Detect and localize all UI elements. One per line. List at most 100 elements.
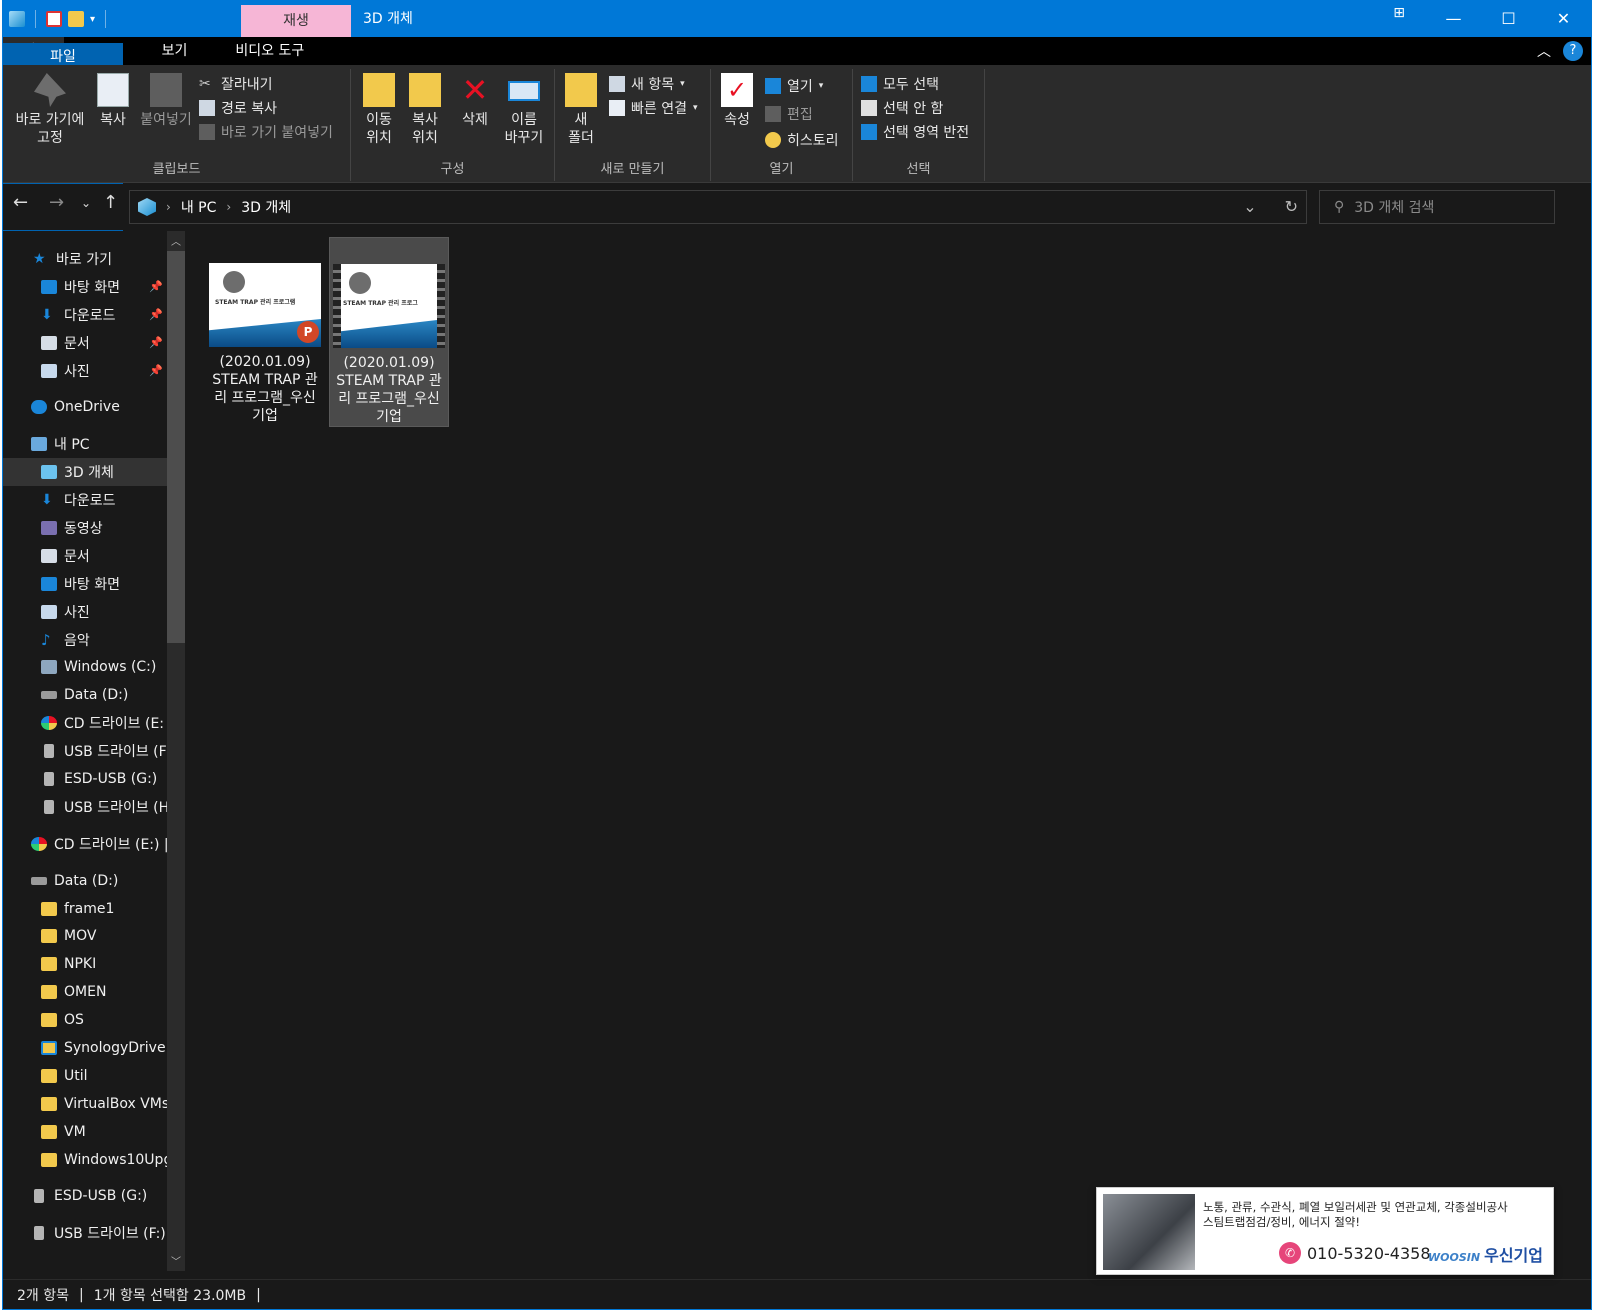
- new-folder-button[interactable]: 새 폴더: [563, 73, 599, 147]
- ad-description: 노통, 관류, 수관식, 폐열 보일러세관 및 연관교체, 각종설비공사 스팀트…: [1203, 1200, 1549, 1230]
- sidebar-item-folder[interactable]: Util: [3, 1062, 167, 1090]
- cut-button[interactable]: ✂ 잘라내기: [199, 73, 273, 95]
- sidebar-item-esd-usb[interactable]: ESD-USB (G:): [3, 765, 167, 793]
- sidebar-item-folder[interactable]: VM: [3, 1118, 167, 1146]
- film-strip-right: [437, 264, 445, 348]
- sidebar-item-3d-objects[interactable]: 3D 개체: [3, 458, 167, 487]
- advertisement-banner[interactable]: 노통, 관류, 수관식, 폐열 보일러세관 및 연관교체, 각종설비공사 스팀트…: [1096, 1187, 1554, 1275]
- delete-button[interactable]: ✕ 삭제: [455, 73, 495, 129]
- tab-view[interactable]: 보기: [138, 37, 212, 65]
- copy-to-button[interactable]: 복사 위치: [403, 73, 447, 147]
- sidebar-item-cd-drive-root[interactable]: CD 드라이브 (E:) |: [3, 830, 167, 858]
- sidebar-item-desktop[interactable]: 바탕 화면 📌: [3, 273, 167, 301]
- sidebar-item-usb-f[interactable]: USB 드라이브 (F: [3, 737, 167, 765]
- edit-button[interactable]: 편집: [765, 103, 813, 125]
- open-button[interactable]: 열기 ▾: [765, 75, 823, 97]
- breadcrumb-chevron-icon[interactable]: ›: [226, 200, 231, 214]
- refresh-icon[interactable]: ↻: [1285, 197, 1298, 216]
- move-to-icon: [363, 73, 395, 107]
- sidebar-item-label: VirtualBox VMs: [64, 1095, 167, 1112]
- new-folder-qat-icon[interactable]: [68, 11, 84, 27]
- sidebar-scroll-thumb[interactable]: [167, 251, 185, 643]
- recent-locations-chevron-icon[interactable]: ⌄: [81, 196, 91, 210]
- sidebar-item-data-d-root[interactable]: Data (D:): [3, 867, 167, 895]
- sidebar-item-downloads-pc[interactable]: ⬇ 다운로드: [3, 486, 167, 514]
- sidebar-item-folder[interactable]: frame1: [3, 895, 167, 923]
- sidebar-item-folder[interactable]: SynologyDrive: [3, 1034, 167, 1062]
- sidebar-item-esd-usb-root[interactable]: ESD-USB (G:): [3, 1183, 167, 1211]
- select-all-button[interactable]: 모두 선택: [861, 73, 939, 95]
- search-box[interactable]: ⚲ 3D 개체 검색: [1319, 190, 1555, 224]
- breadcrumb-3d-objects[interactable]: 3D 개체: [241, 197, 291, 217]
- sidebar-item-usb-h[interactable]: USB 드라이브 (H: [3, 793, 167, 821]
- sidebar-item-cd-drive[interactable]: CD 드라이브 (E:: [3, 709, 167, 737]
- breadcrumb-chevron-icon[interactable]: ›: [166, 200, 171, 214]
- close-button[interactable]: ✕: [1536, 1, 1591, 37]
- sidebar-item-folder[interactable]: MOV: [3, 922, 167, 950]
- sidebar-item-videos[interactable]: 동영상: [3, 514, 167, 542]
- scroll-down-chevron-icon[interactable]: ﹀: [167, 1253, 185, 1268]
- new-item-button[interactable]: 새 항목 ▾: [609, 73, 685, 95]
- move-to-label-line1: 이동: [366, 112, 392, 128]
- back-arrow-icon[interactable]: ←: [13, 192, 28, 213]
- collapse-ribbon-chevron-icon[interactable]: ︿: [1537, 41, 1551, 61]
- context-tab-play[interactable]: 재생: [241, 5, 351, 37]
- sidebar-item-folder[interactable]: OS: [3, 1006, 167, 1034]
- sidebar-item-desktop-pc[interactable]: 바탕 화면: [3, 570, 167, 598]
- address-dropdown-chevron-icon[interactable]: ⌄: [1243, 197, 1256, 216]
- copy-path-button[interactable]: 경로 복사: [199, 97, 277, 119]
- sidebar-item-documents[interactable]: 문서 📌: [3, 329, 167, 357]
- sidebar-item-pictures[interactable]: 사진 📌: [3, 357, 167, 385]
- pin-to-quick-access-button[interactable]: 바로 가기에 고정: [9, 73, 91, 147]
- customize-qat-chevron-icon[interactable]: ▾: [90, 14, 95, 25]
- sidebar-item-downloads[interactable]: ⬇ 다운로드 📌: [3, 301, 167, 329]
- invert-selection-button[interactable]: 선택 영역 반전: [861, 121, 969, 143]
- copy-to-icon: [409, 73, 441, 107]
- select-none-button[interactable]: 선택 안 함: [861, 97, 943, 119]
- sidebar-item-folder[interactable]: Windows10Upg: [3, 1146, 167, 1174]
- maximize-button[interactable]: ☐: [1481, 1, 1536, 37]
- sidebar-item-label: OS: [64, 1012, 84, 1029]
- pin-icon[interactable]: 📌: [149, 336, 163, 349]
- up-arrow-icon[interactable]: ↑: [103, 192, 118, 213]
- help-icon[interactable]: ?: [1563, 41, 1583, 61]
- quick-access-toolbar: ▾: [9, 7, 110, 31]
- scroll-up-chevron-icon[interactable]: ︿: [167, 233, 185, 248]
- pin-icon[interactable]: 📌: [149, 308, 163, 321]
- folder-icon: [41, 1013, 57, 1028]
- sidebar-item-this-pc[interactable]: 내 PC: [3, 430, 167, 458]
- minimize-button[interactable]: —: [1426, 1, 1481, 37]
- sidebar-item-folder[interactable]: NPKI: [3, 950, 167, 978]
- snap-layout-icon[interactable]: ⊞: [1393, 5, 1405, 21]
- properties-button[interactable]: ✓ 속성: [717, 73, 757, 129]
- sidebar-item-usb-f-root[interactable]: USB 드라이브 (F:): [3, 1219, 167, 1247]
- address-bar[interactable]: › 내 PC › 3D 개체 ⌄ ↻: [129, 190, 1307, 224]
- tab-video-tools[interactable]: 비디오 도구: [211, 37, 328, 65]
- file-item-video[interactable]: STEAM TRAP 관리 프로그 (2020.01.09) STEAM TRA…: [329, 237, 449, 427]
- easy-access-button[interactable]: 빠른 연결 ▾: [609, 97, 698, 119]
- copy-button[interactable]: 복사: [93, 73, 133, 129]
- sidebar-item-drive-d[interactable]: Data (D:): [3, 681, 167, 709]
- pin-icon[interactable]: 📌: [149, 280, 163, 293]
- breadcrumb-this-pc[interactable]: 내 PC: [181, 197, 217, 217]
- pin-icon[interactable]: 📌: [149, 364, 163, 377]
- sidebar-item-onedrive[interactable]: OneDrive: [3, 393, 167, 421]
- sidebar-item-drive-c[interactable]: Windows (C:): [3, 653, 167, 681]
- forward-arrow-icon[interactable]: →: [49, 192, 64, 213]
- sidebar-item-quick-access[interactable]: ★ 바로 가기: [3, 245, 167, 273]
- sidebar-item-pictures-pc[interactable]: 사진: [3, 598, 167, 626]
- folder-icon: [41, 957, 57, 972]
- paste-button[interactable]: 붙여넣기: [137, 73, 195, 129]
- star-icon: ★: [33, 250, 46, 267]
- paste-shortcut-button[interactable]: 바로 가기 붙여넣기: [199, 121, 333, 143]
- sidebar-item-folder[interactable]: VirtualBox VMs: [3, 1090, 167, 1118]
- sidebar-item-folder[interactable]: OMEN: [3, 978, 167, 1006]
- file-item-pptx[interactable]: STEAM TRAP 관리 프로그램 P (2020.01.09) STEAM …: [205, 237, 325, 427]
- rename-button[interactable]: 이름 바꾸기: [499, 73, 549, 147]
- history-button[interactable]: 히스토리: [765, 129, 839, 151]
- sidebar-item-music[interactable]: ♪ 음악: [3, 626, 167, 654]
- properties-qat-icon[interactable]: [46, 11, 62, 27]
- sidebar-item-documents-pc[interactable]: 문서: [3, 542, 167, 570]
- video-thumbnail: STEAM TRAP 관리 프로그: [333, 264, 445, 348]
- move-to-button[interactable]: 이동 위치: [357, 73, 401, 147]
